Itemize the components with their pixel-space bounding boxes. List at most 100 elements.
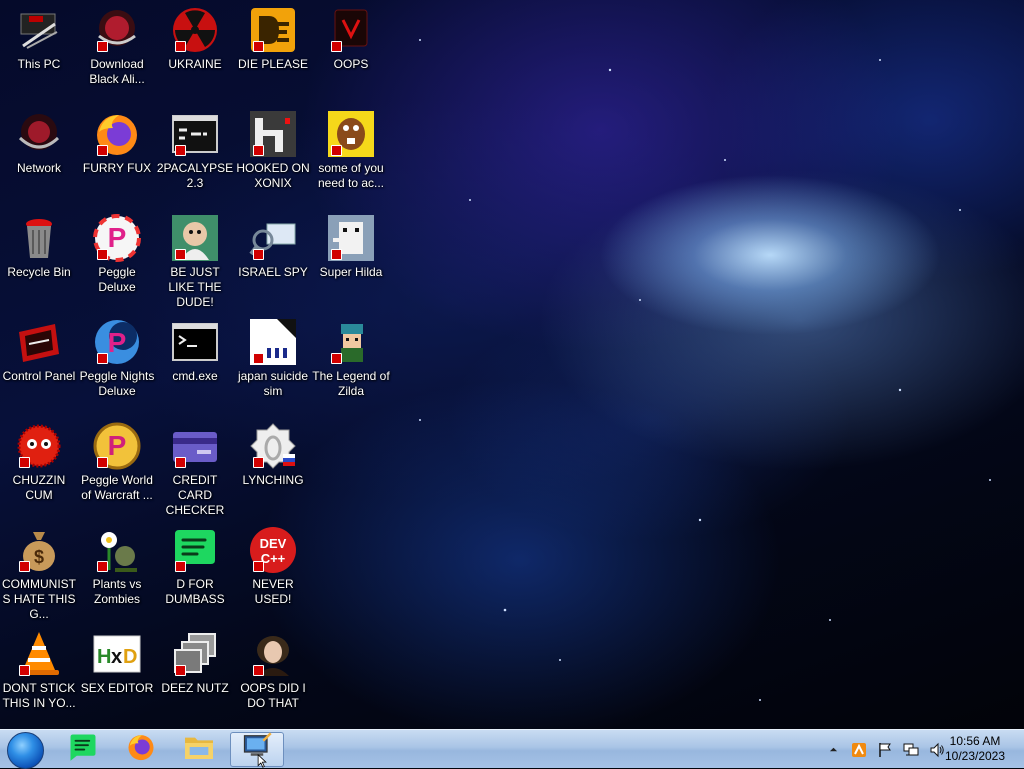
taskbar-firefox-button[interactable] bbox=[114, 732, 168, 767]
shortcut-badge bbox=[97, 145, 108, 156]
desktop-icon-label: CREDIT CARD CHECKER bbox=[165, 473, 225, 517]
shortcut-badge bbox=[331, 249, 342, 260]
desktop-icon-deez-nutz[interactable]: DEEZ NUTZ bbox=[156, 624, 234, 728]
spotify-icon bbox=[171, 526, 219, 574]
desktop-icon-peggle-nights-deluxe[interactable]: P Peggle Nights Deluxe bbox=[78, 312, 156, 416]
desktop-icon-label: some of you need to ac... bbox=[317, 161, 385, 190]
console-icon bbox=[171, 110, 219, 158]
desktop-icon-label: DEEZ NUTZ bbox=[161, 681, 229, 695]
peggle-nights-icon: P bbox=[93, 318, 141, 366]
action-center-flag-icon[interactable] bbox=[877, 742, 893, 758]
shortcut-badge bbox=[19, 457, 30, 468]
shortcut-badge bbox=[253, 249, 264, 260]
svg-text:D: D bbox=[123, 646, 137, 668]
desktop-icon-hooked-on-xonix[interactable]: HOOKED ON XONIX bbox=[234, 104, 312, 208]
shortcut-badge bbox=[175, 145, 186, 156]
peggle-icon: P bbox=[93, 214, 141, 262]
desktop-icon-network[interactable]: Network bbox=[0, 104, 78, 208]
desktop-icon-label: FURRY FUX bbox=[82, 161, 152, 175]
beaver-icon bbox=[327, 110, 375, 158]
desktop-icon-label: Peggle Deluxe bbox=[98, 265, 136, 294]
money-bag-icon: $ bbox=[15, 526, 63, 574]
desktop-icon-label: Recycle Bin bbox=[7, 265, 71, 279]
desktop-icon-d-for-dumbass[interactable]: D FOR DUMBASS bbox=[156, 520, 234, 624]
firefox-icon bbox=[126, 732, 156, 767]
devcpp-text-bottom: C++ bbox=[261, 551, 286, 566]
desktop-icon-2pacalypse[interactable]: 2PACALYPSE 2.3 bbox=[156, 104, 234, 208]
portrait-icon bbox=[249, 630, 297, 678]
desktop-icon-super-hilda[interactable]: Super Hilda bbox=[312, 208, 390, 312]
taskbar-spotify-button[interactable] bbox=[56, 732, 110, 767]
desktop-icon-label: Control Panel bbox=[2, 369, 76, 383]
shortcut-badge bbox=[19, 665, 30, 676]
desktop-icon-label: Super Hilda bbox=[319, 265, 383, 279]
shortcut-badge bbox=[331, 353, 342, 364]
desktop-icon-label: ISRAEL SPY bbox=[238, 265, 308, 279]
desktop-icon-oops[interactable]: OOPS bbox=[312, 0, 390, 104]
desktop-icon-label: cmd.exe bbox=[172, 369, 218, 383]
svg-text:$: $ bbox=[34, 547, 44, 567]
clock-date: 10/23/2023 bbox=[944, 749, 1006, 763]
firefox-icon bbox=[93, 110, 141, 158]
desktop-icon-chuzzin-cum[interactable]: CHUZZIN CUM bbox=[0, 416, 78, 520]
desktop-icon-label: OOPS bbox=[333, 57, 369, 71]
devcpp-icon: DEV C++ bbox=[249, 526, 297, 574]
desktop-icon-credit-card-checker[interactable]: CREDIT CARD CHECKER bbox=[156, 416, 234, 520]
desktop-icon-control-panel[interactable]: Control Panel bbox=[0, 312, 78, 416]
download-icon bbox=[93, 6, 141, 54]
shortcut-badge bbox=[253, 353, 264, 364]
desktop-icon-israel-spy[interactable]: ISRAEL SPY bbox=[234, 208, 312, 312]
desktop-icon-label: OOPS DID I DO THAT bbox=[240, 681, 306, 710]
folder-icon bbox=[183, 731, 215, 768]
desktop-icon-label: CHUZZIN CUM bbox=[12, 473, 66, 502]
desktop-icon-japan-suicide-sim[interactable]: japan suicide sim bbox=[234, 312, 312, 416]
desktop-icon-lynching[interactable]: LYNCHING bbox=[234, 416, 312, 520]
shortcut-badge bbox=[253, 665, 264, 676]
desktop-icon-ukraine[interactable]: UKRAINE bbox=[156, 0, 234, 104]
start-button[interactable] bbox=[7, 732, 44, 769]
desktop-icon-dont-stick-this[interactable]: DONT STICK THIS IN YO... bbox=[0, 624, 78, 728]
desktop-icon-label: DIE PLEASE bbox=[237, 57, 309, 71]
shortcut-badge bbox=[175, 665, 186, 676]
shortcut-badge bbox=[175, 561, 186, 572]
desktop-icon-plants-vs-zombies[interactable]: Plants vs Zombies bbox=[78, 520, 156, 624]
desktop-icon-cmd-exe[interactable]: cmd.exe bbox=[156, 312, 234, 416]
desktop-icon-never-used[interactable]: DEV C++ NEVER USED! bbox=[234, 520, 312, 624]
desktop-icon-oops-did-i-do-that[interactable]: OOPS DID I DO THAT bbox=[234, 624, 312, 728]
desktop-icon-recycle-bin[interactable]: Recycle Bin bbox=[0, 208, 78, 312]
desktop-icon-communists-hate-this[interactable]: $ COMMUNISTS HATE THIS G... bbox=[0, 520, 78, 624]
cmd-icon bbox=[171, 318, 219, 366]
shortcut-badge bbox=[253, 41, 264, 52]
desktop-icon-peggle-world-of-warcraft[interactable]: P Peggle World of Warcraft ... bbox=[78, 416, 156, 520]
show-hidden-icons-button[interactable] bbox=[825, 742, 841, 758]
desktop-icon-download-black-ali[interactable]: Download Black Ali... bbox=[78, 0, 156, 104]
zilda-icon bbox=[327, 318, 375, 366]
desktop-icon-some-of-you[interactable]: some of you need to ac... bbox=[312, 104, 390, 208]
shortcut-badge bbox=[253, 561, 264, 572]
app-tray-icon[interactable] bbox=[851, 742, 867, 758]
japan-sim-icon bbox=[249, 318, 297, 366]
vlc-icon bbox=[15, 630, 63, 678]
svg-text:P: P bbox=[108, 430, 127, 461]
desktop-icon-die-please[interactable]: DIE PLEASE bbox=[234, 0, 312, 104]
taskbar-file-explorer-button[interactable] bbox=[172, 732, 226, 767]
peggle-wow-icon: P bbox=[93, 422, 141, 470]
desktop-icon-label: D FOR DUMBASS bbox=[165, 577, 225, 606]
shortcut-badge bbox=[331, 145, 342, 156]
shortcut-badge bbox=[97, 457, 108, 468]
desktop-icon-furry-fux[interactable]: FURRY FUX bbox=[78, 104, 156, 208]
clock[interactable]: 10:56 AM 10/23/2023 bbox=[940, 734, 1010, 764]
desktop-icon-peggle-deluxe[interactable]: P Peggle Deluxe bbox=[78, 208, 156, 312]
radiation-icon bbox=[171, 6, 219, 54]
desktop-icon-legend-of-zilda[interactable]: The Legend of Zilda bbox=[312, 312, 390, 416]
shortcut-badge bbox=[175, 457, 186, 468]
credit-card-icon bbox=[171, 422, 219, 470]
network-status-icon[interactable] bbox=[903, 742, 919, 758]
oops-icon bbox=[327, 6, 375, 54]
desktop-icon-label: Download Black Ali... bbox=[89, 57, 145, 86]
desktop-icon-sex-editor[interactable]: HxD SEX EDITOR bbox=[78, 624, 156, 728]
desktop-icon-label: This PC bbox=[17, 57, 61, 71]
desktop-icon-be-just-like-the-dude[interactable]: BE JUST LIKE THE DUDE! bbox=[156, 208, 234, 312]
shortcut-badge bbox=[175, 249, 186, 260]
desktop-icon-this-pc[interactable]: This PC bbox=[0, 0, 78, 104]
